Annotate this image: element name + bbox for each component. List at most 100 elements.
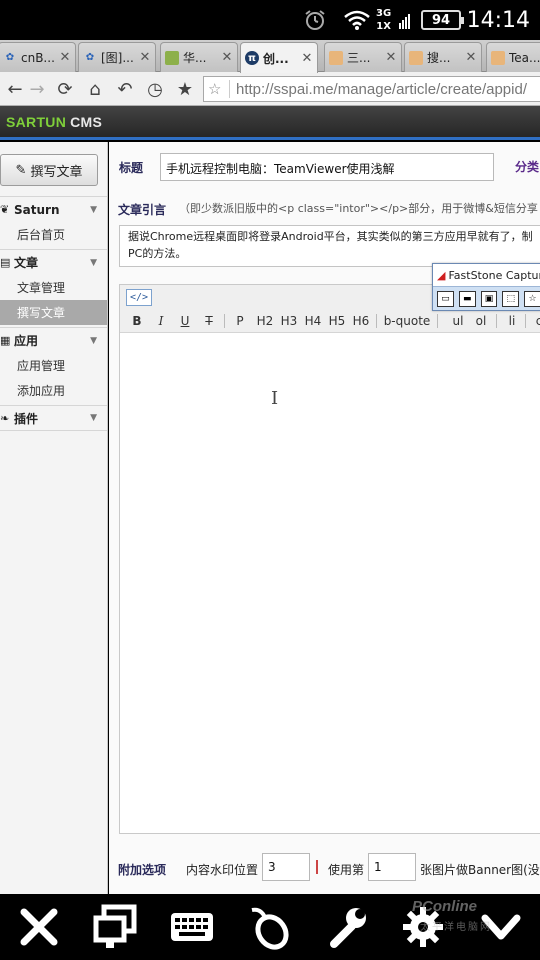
close-tab-icon[interactable]: ✕ — [58, 50, 72, 65]
wrench-icon[interactable] — [312, 894, 382, 960]
pconline-watermark: PConline — [412, 898, 478, 915]
nav-section-apps[interactable]: ▦ 应用 ▼ — [0, 327, 107, 353]
browser-tab-7[interactable]: Tea... — [486, 42, 540, 72]
open-folder-icon[interactable]: ▭ — [437, 290, 454, 307]
caret-down-icon: ▼ — [90, 335, 97, 346]
strikethrough-button[interactable]: T — [202, 312, 216, 330]
underline-button[interactable]: U — [178, 312, 192, 330]
undo-icon[interactable]: ↶ — [112, 76, 138, 102]
bookmark-icon[interactable]: ★ — [172, 76, 198, 102]
watermark-position-input[interactable]: 3 — [262, 853, 310, 881]
capture-region-icon[interactable]: ⬚ — [502, 290, 520, 307]
cms-header: SARTUN CMS — [0, 106, 540, 140]
nav-section-plugins[interactable]: ❧ 插件 ▼ — [0, 405, 107, 431]
banner-image-index-input[interactable]: 1 — [368, 853, 416, 881]
editor-content-area[interactable]: I — [120, 333, 540, 833]
bold-button[interactable]: B — [130, 312, 144, 330]
sidebar-item-dashboard[interactable]: 后台首页 — [0, 222, 107, 247]
capture-freehand-icon[interactable]: ☆ — [524, 290, 540, 307]
close-tab-icon[interactable]: ✕ — [138, 50, 152, 65]
close-icon[interactable] — [4, 894, 74, 960]
capture-window-icon[interactable]: ▬ — [458, 290, 476, 307]
tab-label: cnB... — [21, 50, 55, 65]
capture-object-icon[interactable]: ▣ — [480, 290, 498, 307]
pi-icon: π — [245, 51, 259, 65]
history-icon[interactable]: ◷ — [142, 76, 168, 102]
write-article-button[interactable]: ✎ 撰写文章 — [0, 154, 98, 186]
sidebar-item-article-manage[interactable]: 文章管理 — [0, 275, 107, 300]
browser-tab-5[interactable]: 三... ✕ — [324, 42, 402, 72]
leaf-icon: ❦ — [0, 203, 10, 216]
reload-icon[interactable]: ⟳ — [52, 76, 78, 102]
title-input[interactable]: 手机远程控制电脑：TeamViewer使用浅解 — [160, 153, 494, 181]
keyboard-icon[interactable] — [157, 894, 227, 960]
browser-toolbar: ← → ⟳ ⌂ ↶ ◷ ★ ☆ http://sspai.me/manage/a… — [0, 72, 540, 106]
category-label: 分类 — [515, 160, 540, 174]
network-indicator: 3G 1X — [376, 6, 391, 34]
address-bar[interactable]: ☆ http://sspai.me/manage/article/create/… — [203, 76, 540, 102]
faststone-title-bar[interactable]: ◢ FastStone Capture — [433, 264, 540, 286]
close-tab-icon[interactable]: ✕ — [384, 50, 398, 65]
sidebar-item-write-article[interactable]: 撰写文章 — [0, 300, 107, 325]
excerpt-hint: （即少数派旧版中的<p class="intor"></p>部分，用于微博&短信… — [179, 202, 538, 215]
blockquote-button[interactable]: b-quote — [382, 312, 432, 330]
h5-button[interactable]: H5 — [327, 312, 347, 330]
h2-button[interactable]: H2 — [255, 312, 275, 330]
tab-label: 华... — [183, 51, 207, 65]
caret-down-icon: ▼ — [90, 204, 97, 215]
sidebar-item-app-manage[interactable]: 应用管理 — [0, 353, 107, 378]
option-divider — [316, 860, 318, 874]
nav-item-label: 撰写文章 — [17, 306, 66, 320]
browser-tab-1[interactable]: ✿ cnB... ✕ — [0, 42, 76, 72]
code-format-button[interactable]: c — [532, 312, 540, 330]
list-item-button[interactable]: li — [505, 312, 519, 330]
forward-icon[interactable]: → — [24, 76, 50, 102]
clock: 14:14 — [466, 7, 530, 33]
h3-button[interactable]: H3 — [279, 312, 299, 330]
close-tab-icon[interactable]: ✕ — [300, 51, 314, 66]
faststone-logo-icon: ◢ — [437, 268, 446, 282]
paragraph-button[interactable]: P — [233, 312, 247, 330]
sidebar-item-add-app[interactable]: 添加应用 — [0, 378, 107, 403]
unordered-list-button[interactable]: ul — [450, 312, 466, 330]
nav-item-label: 文章管理 — [17, 281, 66, 295]
browser-tab-2[interactable]: ✿ [图]... ✕ — [78, 42, 156, 72]
star-icon[interactable]: ☆ — [208, 80, 230, 98]
banner-image-label: 张图片做Banner图(没有 — [420, 863, 540, 877]
close-tab-icon[interactable]: ✕ — [464, 50, 478, 65]
excerpt-textarea[interactable]: 据说Chrome远程桌面即将登录Android平台，其实类似的第三方应用早就有了… — [119, 225, 540, 267]
battery-indicator: 94 — [421, 10, 464, 30]
site-icon — [329, 50, 343, 65]
faststone-capture-panel[interactable]: ◢ FastStone Capture ▭ ▬ ▣ ⬚ ☆ — [432, 263, 540, 311]
italic-button[interactable]: I — [154, 312, 168, 330]
h4-button[interactable]: H4 — [303, 312, 323, 330]
faststone-title: FastStone Capture — [448, 268, 540, 282]
home-icon[interactable]: ⌂ — [82, 76, 108, 102]
tab-label: 三... — [347, 51, 371, 65]
h6-button[interactable]: H6 — [351, 312, 371, 330]
ordered-list-button[interactable]: ol — [473, 312, 489, 330]
browser-tab-3[interactable]: 华... ✕ — [160, 42, 238, 72]
html-source-button[interactable]: </> — [126, 289, 152, 306]
browser-tab-6[interactable]: 搜... ✕ — [404, 42, 482, 72]
nav-section-saturn[interactable]: ❦ Saturn ▼ — [0, 196, 107, 222]
status-bar: 3G 1X 94 14:14 — [0, 0, 540, 40]
monitor-icon[interactable] — [80, 894, 150, 960]
cms-brand: SARTUN — [6, 113, 67, 130]
nav-section-articles[interactable]: ▤ 文章 ▼ — [0, 249, 107, 275]
extra-options-label: 附加选项 — [118, 863, 167, 877]
site-icon — [165, 50, 179, 65]
toolbar-divider — [525, 314, 526, 328]
tab-label: 创... — [263, 51, 289, 66]
browser-tab-4[interactable]: π 创... ✕ — [240, 42, 318, 73]
url-text: http://sspai.me/manage/article/create/ap… — [236, 80, 527, 98]
paw-icon: ✿ — [85, 52, 95, 63]
tab-label: [图]... — [101, 51, 134, 65]
nav-item-label: 后台首页 — [17, 228, 66, 242]
close-tab-icon[interactable]: ✕ — [220, 50, 234, 65]
nav-section-title: 文章 — [14, 256, 39, 270]
banner-use-label: 使用第 — [328, 863, 365, 877]
nav-item-label: 添加应用 — [17, 384, 66, 398]
nav-section-title: Saturn — [14, 202, 60, 217]
mouse-icon[interactable] — [234, 894, 304, 960]
